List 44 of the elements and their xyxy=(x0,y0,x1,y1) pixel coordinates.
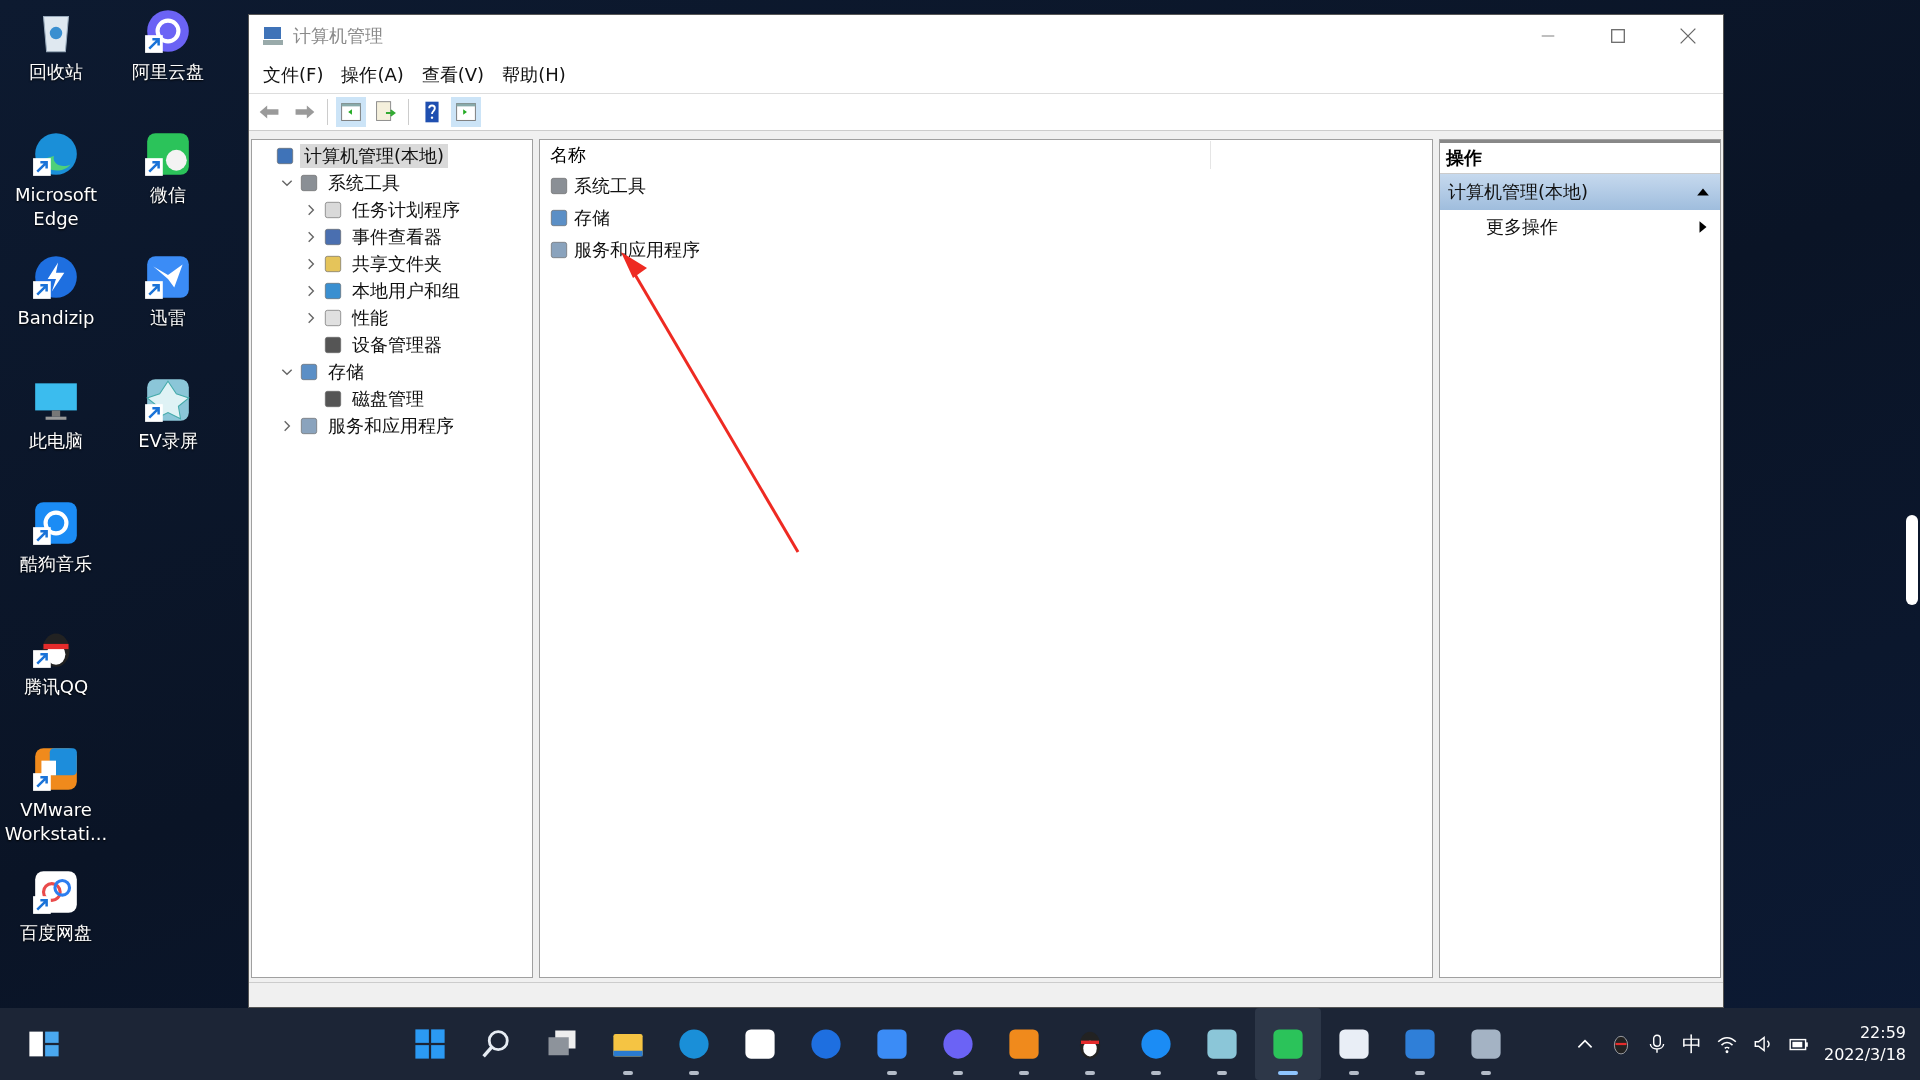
desktop-icon-label[interactable]: 酷狗音乐 xyxy=(2,552,110,576)
desktop-icon-label[interactable]: 微信 xyxy=(114,183,222,207)
show-action-pane-button[interactable] xyxy=(451,97,481,127)
desktop-icon-label[interactable]: EV录屏 xyxy=(114,429,222,453)
taskbar-app-icon[interactable] xyxy=(742,1026,778,1062)
tree-item[interactable]: 任务计划程序 xyxy=(348,197,464,222)
clock-time[interactable]: 22:59 xyxy=(1859,1022,1906,1044)
tree-item[interactable]: 共享文件夹 xyxy=(348,251,446,276)
list-item[interactable]: 系统工具 xyxy=(574,174,646,198)
show-tree-button[interactable] xyxy=(336,97,366,127)
taskbar-app-icon[interactable] xyxy=(1204,1026,1240,1062)
menu-item[interactable]: 操作(A) xyxy=(335,63,416,87)
tree-item[interactable]: 本地用户和组 xyxy=(348,278,464,303)
edge-handle[interactable] xyxy=(1906,515,1918,605)
column-header[interactable]: 名称 xyxy=(540,141,1211,169)
tree-item[interactable]: 计算机管理(本地) xyxy=(300,143,449,168)
taskbar-app-icon[interactable] xyxy=(1468,1026,1504,1062)
window-title: 计算机管理 xyxy=(293,24,384,48)
menu-item[interactable]: 帮助(H) xyxy=(496,63,578,87)
tree-item[interactable]: 性能 xyxy=(348,305,392,330)
action-item[interactable]: 更多操作 xyxy=(1486,215,1558,239)
desktop-icon-label[interactable]: 回收站 xyxy=(2,60,110,84)
taskbar-app-icon[interactable] xyxy=(1006,1026,1042,1062)
tree-item[interactable]: 存储 xyxy=(324,359,368,384)
desktop-icon-label[interactable]: VMware Workstati... xyxy=(2,798,110,846)
taskbar-app-icon[interactable] xyxy=(1336,1026,1372,1062)
desktop-icon-label[interactable]: 腾讯QQ xyxy=(2,675,110,699)
clock-date[interactable]: 2022/3/18 xyxy=(1823,1044,1906,1066)
desktop-icon-label[interactable]: Microsoft Edge xyxy=(2,183,110,231)
input-method-indicator[interactable]: 中 xyxy=(1681,1030,1702,1058)
desktop-icon-label[interactable]: 此电脑 xyxy=(2,429,110,453)
tree-item[interactable]: 磁盘管理 xyxy=(348,386,428,411)
menu-item[interactable]: 文件(F) xyxy=(257,63,336,87)
tree-item[interactable]: 系统工具 xyxy=(324,170,404,195)
list-item[interactable]: 存储 xyxy=(574,206,610,230)
tree-item[interactable]: 设备管理器 xyxy=(348,332,446,357)
desktop-icon-label[interactable]: 迅雷 xyxy=(114,306,222,330)
tree-item[interactable]: 事件查看器 xyxy=(348,224,446,249)
tree-item[interactable]: 服务和应用程序 xyxy=(324,413,458,438)
desktop-icon-label[interactable]: Bandizip xyxy=(2,306,110,330)
list-item[interactable]: 服务和应用程序 xyxy=(574,238,700,262)
desktop-icon-label[interactable]: 阿里云盘 xyxy=(114,60,222,84)
menu-item[interactable]: 查看(V) xyxy=(415,63,497,87)
desktop-icon-label[interactable]: 百度网盘 xyxy=(2,921,110,945)
